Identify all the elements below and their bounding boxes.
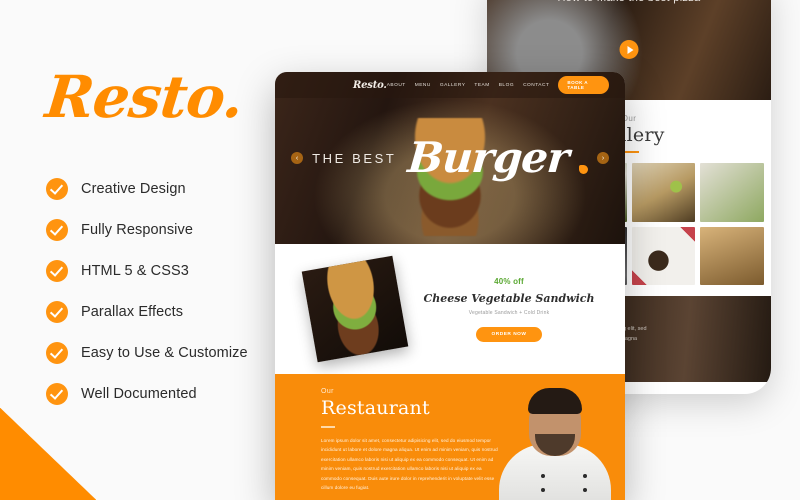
- list-item: HTML 5 & CSS3: [46, 260, 276, 282]
- offer-sandwich-image: [301, 255, 409, 363]
- section-rule: [321, 426, 335, 428]
- gallery-tile[interactable]: [700, 163, 764, 222]
- promo-column: Resto. Creative Design Fully Responsive …: [42, 63, 276, 424]
- hero-caption: THE BEST Burger: [312, 133, 588, 182]
- gallery-tile[interactable]: [700, 226, 764, 286]
- offer-title: Cheese Vegetable Sandwich: [423, 291, 595, 305]
- coat-button-icon: [541, 488, 545, 492]
- site-navbar: Resto. ABOUT MENU GALLERY TEAM BLOG CONT…: [275, 72, 625, 98]
- book-a-table-button[interactable]: BOOK A TABLE: [558, 76, 609, 94]
- coat-button-icon: [583, 474, 587, 478]
- video-banner-title: How to make the best pizza: [487, 0, 771, 4]
- feature-label: Easy to Use & Customize: [81, 345, 248, 361]
- carousel-prev-icon[interactable]: ‹: [291, 152, 303, 164]
- check-icon: [46, 260, 68, 282]
- foreground-page-mockup: Resto. ABOUT MENU GALLERY TEAM BLOG CONT…: [275, 72, 625, 500]
- feature-label: Parallax Effects: [81, 304, 184, 320]
- check-icon: [46, 219, 68, 241]
- list-item: Fully Responsive: [46, 219, 276, 241]
- nav-link-about[interactable]: ABOUT: [387, 83, 406, 88]
- check-icon: [46, 178, 68, 200]
- feature-label: Fully Responsive: [81, 222, 194, 238]
- offer-copy: 40% off Cheese Vegetable Sandwich Vegeta…: [401, 277, 603, 342]
- navbar-menu: ABOUT MENU GALLERY TEAM BLOG CONTACT BOO…: [387, 76, 609, 94]
- offer-discount-badge: 40% off: [494, 276, 524, 286]
- check-icon: [46, 301, 68, 323]
- feature-label: HTML 5 & CSS3: [81, 263, 189, 279]
- preview-canvas: Resto. Creative Design Fully Responsive …: [0, 0, 800, 500]
- chef-portrait: [491, 384, 619, 500]
- play-icon[interactable]: [619, 40, 639, 59]
- check-icon: [46, 383, 68, 405]
- list-item: Creative Design: [46, 178, 276, 200]
- nav-link-blog[interactable]: BLOG: [499, 83, 514, 88]
- gallery-tile[interactable]: [631, 163, 696, 222]
- coat-button-icon: [541, 474, 545, 478]
- order-now-button[interactable]: ORDER NOW: [475, 326, 543, 342]
- about-body-text: Lorem ipsum dolor sit amet, consectetur …: [321, 438, 498, 491]
- hero-accent-dot-icon: [578, 165, 588, 174]
- hero-kicker: THE BEST: [312, 150, 397, 166]
- feature-label: Well Documented: [81, 386, 197, 402]
- list-item: Easy to Use & Customize: [46, 342, 276, 364]
- gallery-tile[interactable]: [631, 226, 696, 286]
- nav-link-contact[interactable]: CONTACT: [523, 83, 549, 88]
- check-icon: [46, 342, 68, 364]
- list-item: Well Documented: [46, 383, 276, 405]
- nav-link-team[interactable]: TEAM: [474, 83, 489, 88]
- offer-subtitle: Vegetable Sandwich + Cold Drink: [468, 309, 550, 316]
- brand-logo: Resto.: [42, 63, 246, 131]
- coat-button-icon: [583, 488, 587, 492]
- chef-hair: [528, 388, 582, 414]
- navbar-logo[interactable]: Resto.: [353, 80, 387, 91]
- feature-label: Creative Design: [81, 181, 186, 197]
- carousel-next-icon[interactable]: ›: [597, 152, 609, 164]
- about-section: Our Restaurant Lorem ipsum dolor sit ame…: [275, 374, 625, 500]
- feature-list: Creative Design Fully Responsive HTML 5 …: [46, 178, 276, 405]
- hero-headline: Burger: [406, 133, 572, 182]
- nav-link-gallery[interactable]: GALLERY: [440, 83, 466, 88]
- nav-link-menu[interactable]: MENU: [415, 83, 431, 88]
- list-item: Parallax Effects: [46, 301, 276, 323]
- offer-section: 40% off Cheese Vegetable Sandwich Vegeta…: [275, 244, 625, 374]
